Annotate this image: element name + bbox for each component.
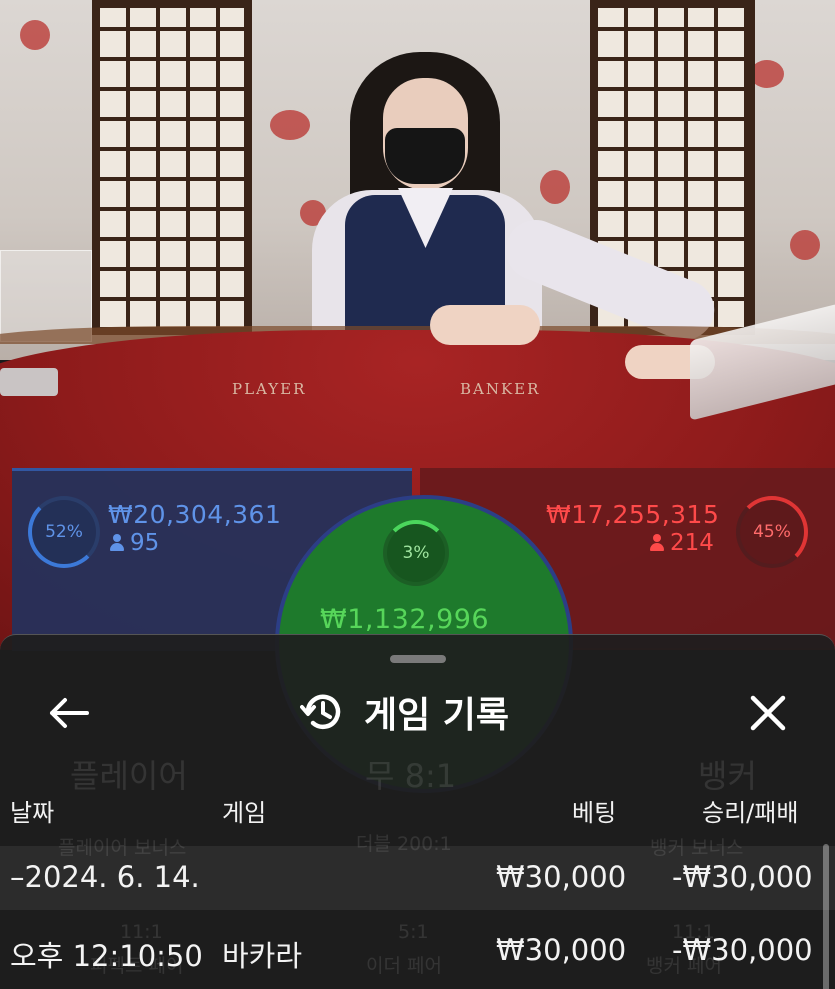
history-clock-icon bbox=[300, 694, 341, 729]
row-game: 바카라 bbox=[222, 939, 303, 973]
player-bet-amount: ₩20,304,361 bbox=[108, 500, 282, 529]
blossom-decoration bbox=[750, 60, 784, 88]
sheet-header: 게임 기록 bbox=[300, 687, 509, 737]
banker-bet-amount: ₩17,255,315 bbox=[546, 500, 720, 529]
player-count-value: 95 bbox=[130, 530, 160, 556]
row-bet: ₩30,000 bbox=[496, 933, 627, 967]
bg-label: 플레이어 bbox=[70, 757, 188, 795]
sheet-drag-handle[interactable] bbox=[390, 655, 446, 663]
tie-percent-ring: 3% bbox=[383, 520, 449, 586]
column-header-game: 게임 bbox=[222, 799, 267, 827]
history-game-row[interactable]: 오후 12:10:50 바카라 ₩30,000 -₩30,000 bbox=[0, 919, 835, 983]
column-header-result: 승리/패배 bbox=[702, 799, 799, 827]
player-percent: 52% bbox=[45, 522, 83, 542]
column-header-bet: 베팅 bbox=[572, 799, 617, 827]
row-time: 오후 12:10:50 bbox=[10, 939, 203, 973]
tie-bet-amount: ₩1,132,996 bbox=[320, 604, 490, 635]
banker-percent: 45% bbox=[753, 522, 791, 542]
table-label-banker: BANKER bbox=[460, 380, 541, 398]
blossom-decoration bbox=[270, 110, 310, 140]
dealer-hand bbox=[430, 305, 540, 345]
row-result: -₩30,000 bbox=[672, 933, 813, 967]
game-history-sheet: 플레이어 무 8:1 뱅커 플레이어 보너스 더블 200:1 뱅커 보너스 1… bbox=[0, 634, 835, 989]
row-date: –2024. 6. 14. bbox=[10, 860, 200, 894]
close-x-icon bbox=[750, 695, 786, 731]
history-scrollbar[interactable] bbox=[823, 844, 829, 989]
bg-label: 뱅커 bbox=[698, 757, 757, 795]
person-icon bbox=[650, 534, 664, 551]
blossom-decoration bbox=[540, 170, 570, 204]
tie-percent: 3% bbox=[402, 543, 430, 563]
table-label-player: PLAYER bbox=[232, 380, 307, 398]
banker-bettor-count: 214 bbox=[650, 530, 714, 556]
player-percent-ring: 52% bbox=[28, 496, 100, 568]
bg-label: 무 8:1 bbox=[365, 757, 457, 795]
person-icon bbox=[110, 534, 124, 551]
row-result: -₩30,000 bbox=[672, 860, 813, 894]
lattice-screen-left bbox=[92, 0, 252, 335]
dealer-mask bbox=[385, 128, 465, 184]
game-screen: PLAYER BANKER 52% ₩20,304,361 95 45% ₩17… bbox=[0, 0, 835, 989]
column-header-date: 날짜 bbox=[10, 799, 55, 827]
banker-count-value: 214 bbox=[670, 530, 714, 556]
history-date-row[interactable]: –2024. 6. 14. ₩30,000 -₩30,000 bbox=[0, 846, 835, 910]
sheet-title: 게임 기록 bbox=[364, 695, 510, 736]
card-holder bbox=[0, 368, 58, 396]
close-button[interactable] bbox=[740, 685, 796, 741]
arrow-left-icon bbox=[50, 698, 89, 728]
blossom-decoration bbox=[790, 230, 820, 260]
banker-percent-ring: 45% bbox=[736, 496, 808, 568]
blossom-decoration bbox=[20, 20, 50, 50]
player-bettor-count: 95 bbox=[110, 530, 159, 556]
back-button[interactable] bbox=[40, 685, 96, 741]
row-bet: ₩30,000 bbox=[496, 860, 627, 894]
